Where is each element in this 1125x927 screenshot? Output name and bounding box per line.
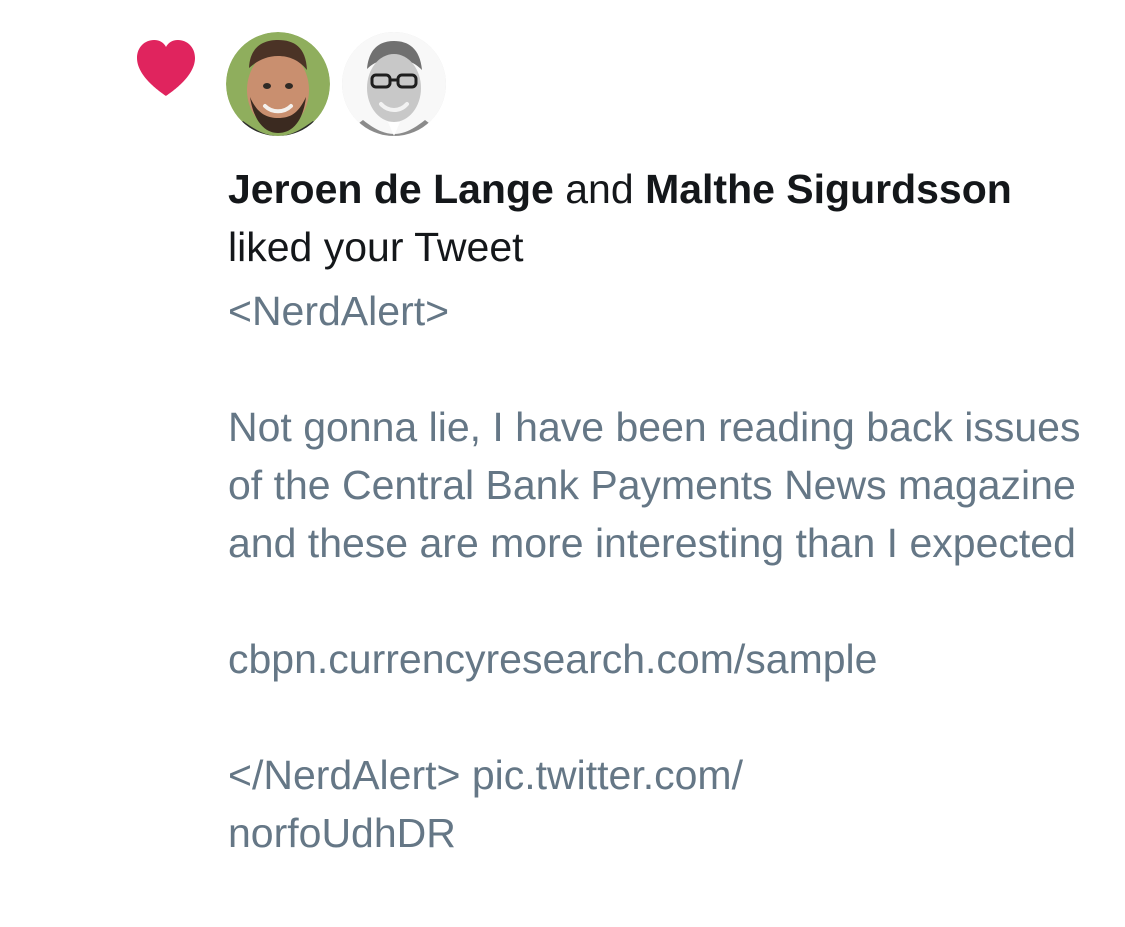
tweet-spacer: [228, 340, 1088, 398]
tweet-paragraph: Not gonna lie, I have been reading back …: [228, 404, 1081, 566]
tweet-spacer: [228, 688, 1088, 746]
notification-headline: Jeroen de Lange and Malthe Sigurdsson li…: [228, 160, 1088, 276]
heart-icon: [137, 40, 195, 96]
avatar[interactable]: [226, 32, 330, 136]
tweet-media-link[interactable]: norfoUdhDR: [228, 804, 1088, 862]
tweet-link[interactable]: cbpn.currencyresearch.com/sample: [228, 630, 1088, 688]
tweet-spacer: [228, 572, 1088, 630]
tweet-line: <NerdAlert>: [228, 288, 450, 334]
user-name-link[interactable]: Jeroen de Lange: [228, 166, 554, 212]
tweet-text[interactable]: <NerdAlert> Not gonna lie, I have been r…: [228, 282, 1088, 862]
user-name-link[interactable]: Malthe Sigurdsson: [645, 166, 1012, 212]
like-notification[interactable]: Jeroen de Lange and Malthe Sigurdsson li…: [0, 0, 1125, 927]
avatar[interactable]: [342, 32, 446, 136]
avatar-group: [226, 32, 446, 136]
connector-text: and: [565, 166, 634, 212]
action-text: liked your Tweet: [228, 224, 524, 270]
tweet-line: </NerdAlert> pic.twitter.com/: [228, 752, 743, 798]
